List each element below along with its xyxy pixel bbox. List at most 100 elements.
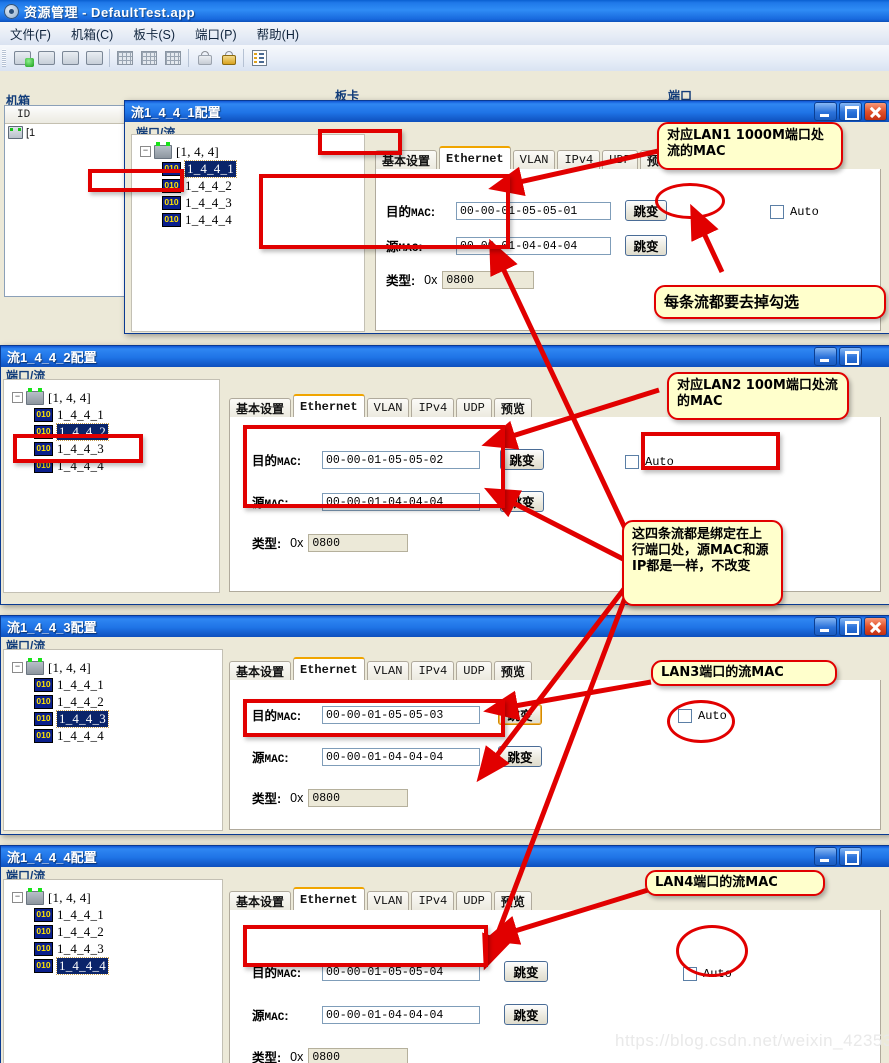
- minimize-button[interactable]: [814, 847, 837, 866]
- tree-item-flow-1[interactable]: 010 1_4_4_1: [34, 906, 108, 923]
- tab-udp[interactable]: UDP: [456, 661, 492, 680]
- chassis-list[interactable]: ID [1: [4, 105, 126, 297]
- auto-checkbox[interactable]: [678, 709, 692, 723]
- add-chassis-icon[interactable]: [10, 47, 34, 69]
- tree-item-flow-3[interactable]: 010 1_4_4_3: [34, 440, 108, 457]
- tab-ipv4[interactable]: IPv4: [411, 398, 455, 417]
- tab-ethernet[interactable]: Ethernet: [293, 394, 365, 417]
- menu-file[interactable]: 文件(F): [0, 22, 61, 45]
- auto-checkbox-row-2[interactable]: Auto: [625, 455, 674, 469]
- tree-item-flow-3[interactable]: 010 1_4_4_3: [34, 940, 108, 957]
- maximize-button[interactable]: [839, 102, 862, 121]
- remove-chassis-icon[interactable]: [82, 47, 106, 69]
- collapse-toggle-icon[interactable]: −: [12, 392, 23, 403]
- src-mac-input[interactable]: 00-00-01-04-04-04: [322, 1005, 480, 1024]
- type-input[interactable]: 0800: [442, 270, 535, 289]
- tab-ipv4[interactable]: IPv4: [411, 661, 455, 680]
- maximize-button[interactable]: [839, 617, 862, 636]
- tab-basic-settings[interactable]: 基本设置: [375, 150, 438, 169]
- tab-basic-settings[interactable]: 基本设置: [229, 398, 292, 417]
- close-icon[interactable]: [864, 102, 887, 121]
- flow-tree-4[interactable]: − [1, 4, 4] 010 1_4_4_1 010 1_4_4_2 010: [12, 887, 109, 975]
- tree-root-1[interactable]: − [1, 4, 4]: [140, 141, 236, 160]
- tab-udp[interactable]: UDP: [456, 398, 492, 417]
- tab-preview[interactable]: 预览: [493, 661, 532, 680]
- maximize-button[interactable]: [839, 347, 862, 366]
- tree-item-flow-2[interactable]: 010 1_4_4_2: [162, 177, 236, 194]
- close-icon[interactable]: [864, 617, 887, 636]
- port-flow-tree-panel-2[interactable]: − [1, 4, 4] 010 1_4_4_1 010 1_4_4_2 010: [3, 379, 220, 593]
- port-flow-tree-panel-1[interactable]: − [1, 4, 4] 010 1_4_4_1 010 1_4_4_2 010: [131, 134, 365, 332]
- dst-mac-jump-button[interactable]: 跳变: [498, 704, 542, 725]
- dst-mac-input[interactable]: 00-00-01-05-05-02: [322, 450, 480, 469]
- src-mac-jump-button[interactable]: 跳变: [500, 491, 544, 512]
- tree-root-4[interactable]: − [1, 4, 4]: [12, 887, 108, 906]
- dst-mac-input[interactable]: 00-00-01-05-05-03: [322, 705, 480, 724]
- flow-tree-2[interactable]: − [1, 4, 4] 010 1_4_4_1 010 1_4_4_2 010: [12, 387, 109, 474]
- menu-chassis[interactable]: 机箱(C): [61, 22, 123, 45]
- collapse-toggle-icon[interactable]: −: [12, 662, 23, 673]
- connect-icon[interactable]: [34, 47, 58, 69]
- dst-mac-input[interactable]: 00-00-01-05-05-01: [456, 201, 611, 220]
- report-icon[interactable]: [247, 47, 271, 69]
- board-alt-icon[interactable]: [137, 47, 161, 69]
- tab-vlan[interactable]: VLAN: [366, 398, 410, 417]
- toolbar-grip[interactable]: [2, 49, 6, 67]
- auto-checkbox[interactable]: [625, 455, 639, 469]
- tab-preview[interactable]: 预览: [493, 891, 532, 910]
- tree-item-flow-3[interactable]: 010 1_4_4_3: [34, 709, 109, 728]
- auto-checkbox[interactable]: [683, 967, 697, 981]
- tab-vlan[interactable]: VLAN: [366, 661, 410, 680]
- dst-mac-jump-button[interactable]: 跳变: [504, 961, 548, 982]
- tree-item-flow-2[interactable]: 010 1_4_4_2: [34, 422, 109, 441]
- grid-icon[interactable]: [161, 47, 185, 69]
- tree-root-3[interactable]: − [1, 4, 4]: [12, 657, 108, 676]
- src-mac-input[interactable]: 00-00-01-04-04-04: [322, 492, 480, 511]
- collapse-toggle-icon[interactable]: −: [12, 892, 23, 903]
- board-icon[interactable]: [113, 47, 137, 69]
- flow-tree-3[interactable]: − [1, 4, 4] 010 1_4_4_1 010 1_4_4_2 010: [12, 657, 109, 744]
- auto-checkbox-row-3[interactable]: Auto: [678, 709, 727, 723]
- tree-item-flow-4[interactable]: 010 1_4_4_4: [34, 727, 108, 744]
- tab-vlan[interactable]: VLAN: [366, 891, 410, 910]
- src-mac-jump-button[interactable]: 跳变: [504, 1004, 548, 1025]
- disconnect-icon[interactable]: [58, 47, 82, 69]
- tree-item-flow-3[interactable]: 010 1_4_4_3: [162, 194, 236, 211]
- flow-tree-1[interactable]: − [1, 4, 4] 010 1_4_4_1 010 1_4_4_2 010: [140, 141, 237, 228]
- tab-ethernet[interactable]: Ethernet: [293, 657, 365, 680]
- menu-port[interactable]: 端口(P): [185, 22, 247, 45]
- tab-udp[interactable]: UDP: [602, 150, 638, 169]
- tab-ethernet[interactable]: Ethernet: [293, 887, 365, 910]
- type-input[interactable]: 0800: [308, 1047, 409, 1063]
- collapse-toggle-icon[interactable]: −: [140, 146, 151, 157]
- minimize-button[interactable]: [814, 347, 837, 366]
- tab-udp[interactable]: UDP: [456, 891, 492, 910]
- tree-item-flow-4[interactable]: 010 1_4_4_4: [34, 956, 109, 975]
- type-input[interactable]: 0800: [308, 533, 409, 552]
- tree-item-flow-2[interactable]: 010 1_4_4_2: [34, 923, 108, 940]
- port-flow-tree-panel-4[interactable]: − [1, 4, 4] 010 1_4_4_1 010 1_4_4_2 010: [3, 879, 223, 1063]
- src-mac-jump-button[interactable]: 跳变: [498, 746, 542, 767]
- menu-help[interactable]: 帮助(H): [247, 22, 309, 45]
- app-system-icon[interactable]: [4, 3, 19, 19]
- tab-ipv4[interactable]: IPv4: [557, 150, 601, 169]
- minimize-button[interactable]: [814, 617, 837, 636]
- type-input[interactable]: 0800: [308, 788, 409, 807]
- tree-item-flow-1[interactable]: 010 1_4_4_1: [162, 159, 237, 178]
- tree-root-2[interactable]: − [1, 4, 4]: [12, 387, 108, 406]
- maximize-button[interactable]: [839, 847, 862, 866]
- tab-ethernet[interactable]: Ethernet: [439, 146, 511, 169]
- tree-item-flow-1[interactable]: 010 1_4_4_1: [34, 406, 108, 423]
- minimize-button[interactable]: [814, 102, 837, 121]
- lock-icon[interactable]: [192, 47, 216, 69]
- src-mac-input[interactable]: 00-00-01-04-04-04: [456, 236, 611, 255]
- menu-board[interactable]: 板卡(S): [123, 22, 185, 45]
- auto-checkbox[interactable]: [770, 205, 784, 219]
- dst-mac-jump-button[interactable]: 跳变: [500, 449, 544, 470]
- tree-item-flow-4[interactable]: 010 1_4_4_4: [162, 211, 236, 228]
- src-mac-input[interactable]: 00-00-01-04-04-04: [322, 747, 480, 766]
- auto-checkbox-row-4[interactable]: Auto: [683, 967, 732, 981]
- tree-item-flow-2[interactable]: 010 1_4_4_2: [34, 693, 108, 710]
- auto-checkbox-row-1[interactable]: Auto: [770, 205, 819, 219]
- chassis-list-row[interactable]: [1: [5, 124, 125, 141]
